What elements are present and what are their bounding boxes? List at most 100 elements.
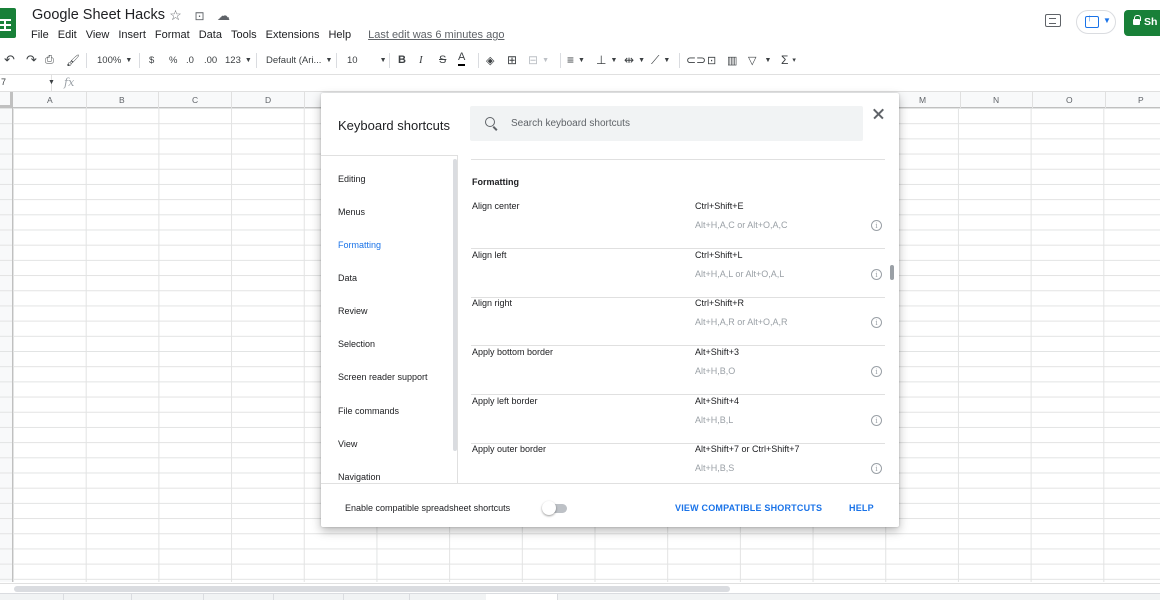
search-input[interactable] <box>511 106 851 141</box>
share-button[interactable]: Sh <box>1124 10 1160 36</box>
info-icon[interactable]: i <box>871 463 882 474</box>
text-wrapping-icon[interactable]: ⇹ ▼ <box>624 50 645 70</box>
menu-view[interactable]: View <box>86 29 110 41</box>
category-view[interactable]: View <box>338 439 357 449</box>
category-file-commands[interactable]: File commands <box>338 406 399 416</box>
fill-color-icon[interactable]: ◈ <box>486 50 494 70</box>
close-icon[interactable] <box>871 106 887 122</box>
category-list: Editing Menus Formatting Data Review Sel… <box>321 155 458 483</box>
sheet-tab[interactable] <box>0 594 64 600</box>
shortcut-list-scrollbar[interactable] <box>890 265 894 280</box>
sheet-tab[interactable] <box>344 594 410 600</box>
sheet-tab-active[interactable] <box>486 594 558 600</box>
scrollbar-thumb[interactable] <box>14 586 730 592</box>
column-header-n[interactable]: N <box>993 95 999 105</box>
category-formatting[interactable]: Formatting <box>338 240 381 250</box>
insert-link-icon[interactable]: ⊂⊃ <box>686 50 706 70</box>
document-title[interactable]: Google Sheet Hacks <box>32 7 165 23</box>
shortcut-row: Apply bottom border Alt+Shift+3 Alt+H,B,… <box>471 346 885 395</box>
search-box <box>470 106 863 141</box>
section-title: Formatting <box>472 177 519 187</box>
category-navigation[interactable]: Navigation <box>338 472 381 482</box>
more-formats-select[interactable]: 123 ▼ <box>225 50 252 70</box>
column-header-o[interactable]: O <box>1066 95 1073 105</box>
info-icon[interactable]: i <box>871 415 882 426</box>
shortcut-name: Align left <box>472 250 507 260</box>
print-icon[interactable]: ⎙ <box>45 50 54 70</box>
paint-format-icon[interactable]: 🖌 <box>66 50 80 70</box>
bold-button[interactable]: B <box>398 50 406 70</box>
sheets-logo-icon[interactable] <box>0 8 16 38</box>
last-edit-link[interactable]: Last edit was 6 minutes ago <box>368 29 504 41</box>
percent-format-button[interactable]: % <box>169 50 177 70</box>
functions-icon[interactable]: Σ ▾ <box>781 50 796 70</box>
select-all-corner[interactable] <box>0 92 13 108</box>
category-review[interactable]: Review <box>338 306 368 316</box>
shortcut-alt-keys: Alt+H,B,L <box>695 415 734 425</box>
horizontal-scrollbar[interactable] <box>0 583 1160 593</box>
menu-edit[interactable]: Edit <box>58 29 77 41</box>
decrease-decimal-button[interactable]: .0 <box>186 50 194 70</box>
view-compatible-shortcuts-link[interactable]: VIEW COMPATIBLE SHORTCUTS <box>675 503 822 513</box>
insert-comment-icon[interactable]: ⊡ <box>707 50 716 70</box>
sheet-tab[interactable] <box>64 594 132 600</box>
row-headers[interactable] <box>0 108 13 582</box>
column-header-a[interactable]: A <box>47 95 53 105</box>
name-box[interactable]: 7 ▼ <box>0 75 55 91</box>
menu-bar: File Edit View Insert Format Data Tools … <box>31 29 504 41</box>
menu-help[interactable]: Help <box>328 29 351 41</box>
compatible-shortcuts-toggle[interactable] <box>542 501 569 515</box>
italic-button[interactable]: I <box>419 50 423 70</box>
dialog-footer: Enable compatible spreadsheet shortcuts … <box>321 483 899 527</box>
font-size-select[interactable]: 10 ▼ <box>347 50 387 70</box>
info-icon[interactable]: i <box>871 366 882 377</box>
sheet-tab[interactable] <box>132 594 204 600</box>
category-scrollbar[interactable] <box>453 159 457 451</box>
font-select[interactable]: Default (Ari... ▼ <box>266 50 332 70</box>
info-icon[interactable]: i <box>871 269 882 280</box>
filter-icon[interactable]: ▽ ▼ <box>748 50 771 70</box>
move-folder-icon[interactable]: ⊡ <box>192 8 207 23</box>
menu-insert[interactable]: Insert <box>118 29 146 41</box>
star-icon[interactable]: ☆ <box>168 7 183 23</box>
vertical-align-icon[interactable]: ⊥ ▼ <box>596 50 617 70</box>
present-button[interactable]: ▼ <box>1076 10 1116 34</box>
menu-format[interactable]: Format <box>155 29 190 41</box>
merge-cells-icon[interactable]: ⊟ ▼ <box>528 50 549 70</box>
text-rotation-icon[interactable]: ⟋ ▼ <box>651 50 670 70</box>
column-header-p[interactable]: P <box>1138 95 1144 105</box>
column-header-c[interactable]: C <box>192 95 198 105</box>
column-header-b[interactable]: B <box>119 95 125 105</box>
category-screen-reader-support[interactable]: Screen reader support <box>338 372 428 382</box>
increase-decimal-button[interactable]: .00 <box>204 50 217 70</box>
sheet-tab[interactable] <box>204 594 274 600</box>
column-header-d[interactable]: D <box>265 95 271 105</box>
menu-extensions[interactable]: Extensions <box>266 29 320 41</box>
info-icon[interactable]: i <box>871 220 882 231</box>
cloud-status-icon[interactable]: ☁ <box>216 8 231 23</box>
text-color-button[interactable]: A <box>458 50 466 66</box>
sheet-tab[interactable] <box>274 594 344 600</box>
category-editing[interactable]: Editing <box>338 174 366 184</box>
horizontal-align-icon[interactable]: ≡ ▼ <box>567 50 585 70</box>
comment-history-icon[interactable] <box>1045 14 1061 27</box>
borders-icon[interactable]: ⊞ <box>507 50 517 70</box>
menu-data[interactable]: Data <box>199 29 222 41</box>
redo-icon[interactable]: ↷ <box>26 50 37 70</box>
info-icon[interactable]: i <box>871 317 882 328</box>
zoom-select[interactable]: 100% ▼ <box>97 50 132 70</box>
app-header: Google Sheet Hacks ☆ ⊡ ☁ File Edit View … <box>0 0 1160 48</box>
category-data[interactable]: Data <box>338 273 357 283</box>
help-link[interactable]: HELP <box>849 503 874 513</box>
column-header-m[interactable]: M <box>919 95 926 105</box>
shortcut-name: Align center <box>472 201 520 211</box>
category-selection[interactable]: Selection <box>338 339 375 349</box>
category-menus[interactable]: Menus <box>338 207 365 217</box>
undo-icon[interactable]: ↶ <box>4 50 15 70</box>
dialog-title: Keyboard shortcuts <box>338 118 451 133</box>
menu-tools[interactable]: Tools <box>231 29 257 41</box>
menu-file[interactable]: File <box>31 29 49 41</box>
insert-chart-icon[interactable]: ▥ <box>727 50 737 70</box>
strikethrough-button[interactable]: S <box>439 50 446 70</box>
currency-format-button[interactable]: $ <box>149 50 154 70</box>
